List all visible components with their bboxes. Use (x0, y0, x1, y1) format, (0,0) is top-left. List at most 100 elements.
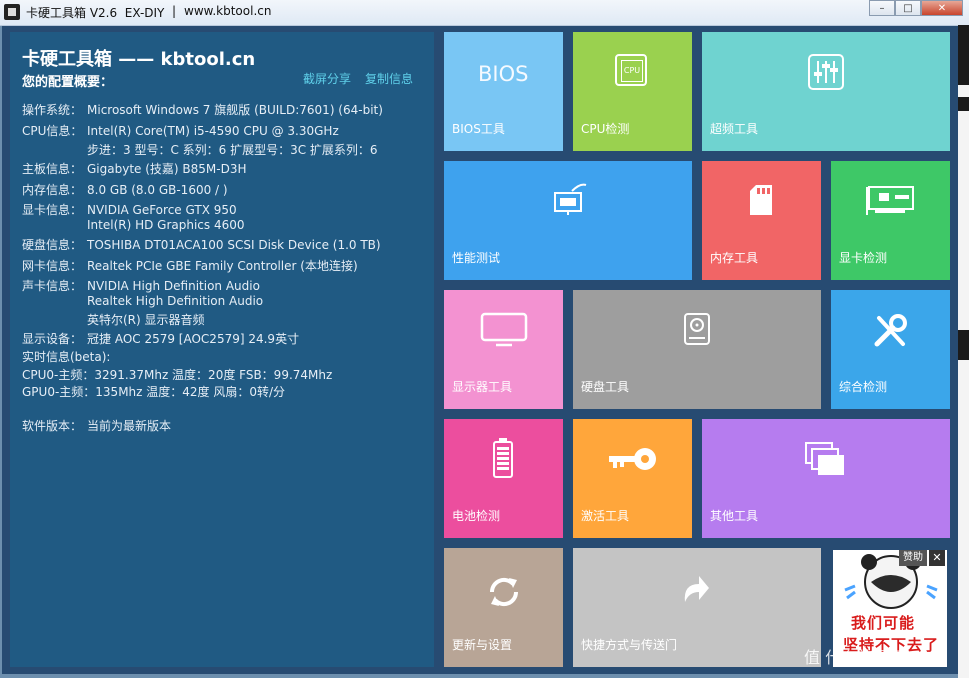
cpu-icon: CPU (615, 54, 647, 86)
maximize-button[interactable]: □ (895, 0, 921, 16)
realtime-title: 实时信息(beta): (22, 350, 111, 364)
tile-graphics-check[interactable]: 显卡检测 (831, 161, 950, 280)
info-row-network: 网卡信息： Realtek PCIe GBE Family Controller … (22, 257, 358, 274)
window-url: www.kbtool.cn (184, 4, 272, 18)
tile-other-tools[interactable]: 其他工具 (702, 419, 950, 538)
share-arrow-icon (684, 576, 709, 602)
tile-label: 快捷方式与传送门 (581, 638, 678, 652)
screenshot-share-link[interactable]: 截屏分享 (303, 70, 351, 87)
watermark: 值 什么值得买 (804, 648, 906, 667)
monitor-gauge-icon (554, 183, 587, 215)
info-row-audio: 声卡信息： NVIDIA High Definition Audio (22, 277, 260, 294)
info-value: NVIDIA High Definition Audio (87, 279, 260, 293)
background-block (958, 97, 969, 111)
info-key: 硬盘信息： (22, 238, 83, 252)
info-row-audio-3: 英特尔(R) 显示器音频 (22, 311, 205, 328)
battery-icon (493, 438, 513, 478)
tile-update-settings[interactable]: 更新与设置 (444, 548, 563, 667)
info-value: Microsoft Windows 7 旗舰版 (BUILD:7601) (64… (87, 103, 383, 117)
info-row-memory: 内存信息： 8.0 GB (8.0 GB-1600 / ) (22, 181, 228, 198)
sponsor-help-label[interactable]: 赞助 (899, 550, 927, 566)
info-value: 英特尔(R) 显示器音频 (87, 313, 205, 327)
info-row-os: 操作系统： Microsoft Windows 7 旗舰版 (BUILD:7601… (22, 101, 383, 118)
system-info-panel: 卡硬工具箱 —— kbtool.cn 您的配置概要： 截屏分享 复制信息 操作系… (10, 32, 434, 667)
display-icon (480, 312, 528, 347)
tile-label: 显示器工具 (452, 380, 513, 394)
realtime-cpu: CPU0-主频：3291.37Mhz 温度：20度 FSB：99.74Mhz (22, 368, 333, 382)
tile-label: 性能测试 (452, 251, 501, 265)
ad-close-button[interactable]: ✕ (929, 550, 945, 566)
info-value: Realtek High Definition Audio (87, 294, 264, 308)
tile-label: 硬盘工具 (581, 380, 630, 394)
tile-label: 电池检测 (452, 509, 501, 523)
background-block (958, 330, 969, 360)
window-title: 卡硬工具箱 V2.6 EX-DIY (26, 6, 165, 20)
background-window-strip (958, 25, 969, 678)
info-value: Intel(R) HD Graphics 4600 (87, 218, 245, 232)
info-row-audio-2: Realtek High Definition Audio (22, 294, 263, 308)
info-key: 网卡信息： (22, 259, 83, 273)
info-value: NVIDIA GeForce GTX 950 (87, 203, 237, 217)
sliders-icon (808, 54, 844, 90)
info-row-cpu: CPU信息： Intel(R) Core(TM) i5-4590 CPU @ 3.… (22, 122, 339, 139)
info-row-version: 软件版本： 当前为最新版本 (22, 417, 171, 434)
graphics-card-icon (866, 186, 914, 215)
info-value: 8.0 GB (8.0 GB-1600 / ) (87, 183, 228, 197)
tile-battery-check[interactable]: 电池检测 (444, 419, 563, 538)
info-row-disk: 硬盘信息： TOSHIBA DT01ACA100 SCSI Disk Device… (22, 236, 381, 253)
info-key: 声卡信息： (22, 279, 83, 293)
window-titlebar: 卡硬工具箱 V2.6 EX-DIY | www.kbtool.cn – □ ✕ (0, 0, 969, 26)
info-row-cpu-detail: 步进：3 型号：C 系列：6 扩展型号：3C 扩展系列：6 (22, 141, 378, 158)
info-value: Realtek PCIe GBE Family Controller (本地连接… (87, 259, 358, 273)
minimize-button[interactable]: – (869, 0, 895, 16)
tile-disk-tool[interactable]: 硬盘工具 (573, 290, 821, 409)
info-key: 操作系统： (22, 103, 83, 117)
tile-performance-test[interactable]: 性能测试 (444, 161, 692, 280)
tile-label: 超频工具 (710, 122, 759, 136)
tile-label: 显卡检测 (839, 251, 888, 265)
hard-disk-icon (684, 313, 710, 345)
tools-icon (874, 314, 907, 347)
windows-icon (805, 442, 844, 475)
tile-label: 更新与设置 (452, 638, 513, 652)
info-row-gpu-2: Intel(R) HD Graphics 4600 (22, 218, 245, 232)
info-value: 当前为最新版本 (87, 419, 172, 433)
tile-bios-tool[interactable]: BIOS BIOS工具 (444, 32, 563, 151)
info-key: 软件版本： (22, 419, 83, 433)
tile-label: 激活工具 (581, 509, 630, 523)
info-key: CPU信息： (22, 124, 83, 138)
info-key: 显卡信息： (22, 203, 83, 217)
bios-text-icon: BIOS (478, 62, 529, 86)
tile-label: CPU检测 (581, 122, 630, 136)
key-icon (609, 448, 656, 470)
info-row-motherboard: 主板信息： Gigabyte (技嘉) B85M-D3H (22, 160, 247, 177)
tile-label: BIOS工具 (452, 122, 505, 136)
tile-overclock-tool[interactable]: 超频工具 (702, 32, 950, 151)
app-icon (4, 4, 20, 20)
info-value: 冠捷 AOC 2579 [AOC2579] 24.9英寸 (87, 332, 300, 346)
info-value: Gigabyte (技嘉) B85M-D3H (87, 162, 247, 176)
tile-memory-tool[interactable]: 内存工具 (702, 161, 821, 280)
tile-activation-tool[interactable]: 激活工具 (573, 419, 692, 538)
info-key: 主板信息： (22, 162, 83, 176)
window-controls: – □ ✕ (869, 0, 963, 18)
realtime-gpu: GPU0-主频：135Mhz 温度：42度 风扇：0转/分 (22, 385, 286, 399)
close-button[interactable]: ✕ (921, 0, 963, 16)
info-key: 显示设备： (22, 332, 83, 346)
memory-card-icon (750, 185, 772, 215)
tile-display-tool[interactable]: 显示器工具 (444, 290, 563, 409)
copy-info-link[interactable]: 复制信息 (365, 70, 413, 87)
ad-line-1: 我们可能 (851, 614, 916, 632)
background-block (958, 25, 969, 85)
info-title: 卡硬工具箱 —— kbtool.cn (22, 49, 256, 70)
info-value: 步进：3 型号：C 系列：6 扩展型号：3C 扩展系列：6 (87, 143, 378, 157)
tile-label: 其他工具 (710, 509, 759, 523)
title-separator: | (172, 4, 177, 18)
info-value: TOSHIBA DT01ACA100 SCSI Disk Device (1.0… (87, 238, 381, 252)
info-value: Intel(R) Core(TM) i5-4590 CPU @ 3.30GHz (87, 124, 339, 138)
info-key: 内存信息： (22, 183, 83, 197)
tile-comprehensive-check[interactable]: 综合检测 (831, 290, 950, 409)
info-row-display: 显示设备： 冠捷 AOC 2579 [AOC2579] 24.9英寸 (22, 330, 299, 347)
tile-shortcuts-portal[interactable]: 快捷方式与传送门 (573, 548, 821, 667)
tile-cpu-check[interactable]: CPU CPU检测 (573, 32, 692, 151)
